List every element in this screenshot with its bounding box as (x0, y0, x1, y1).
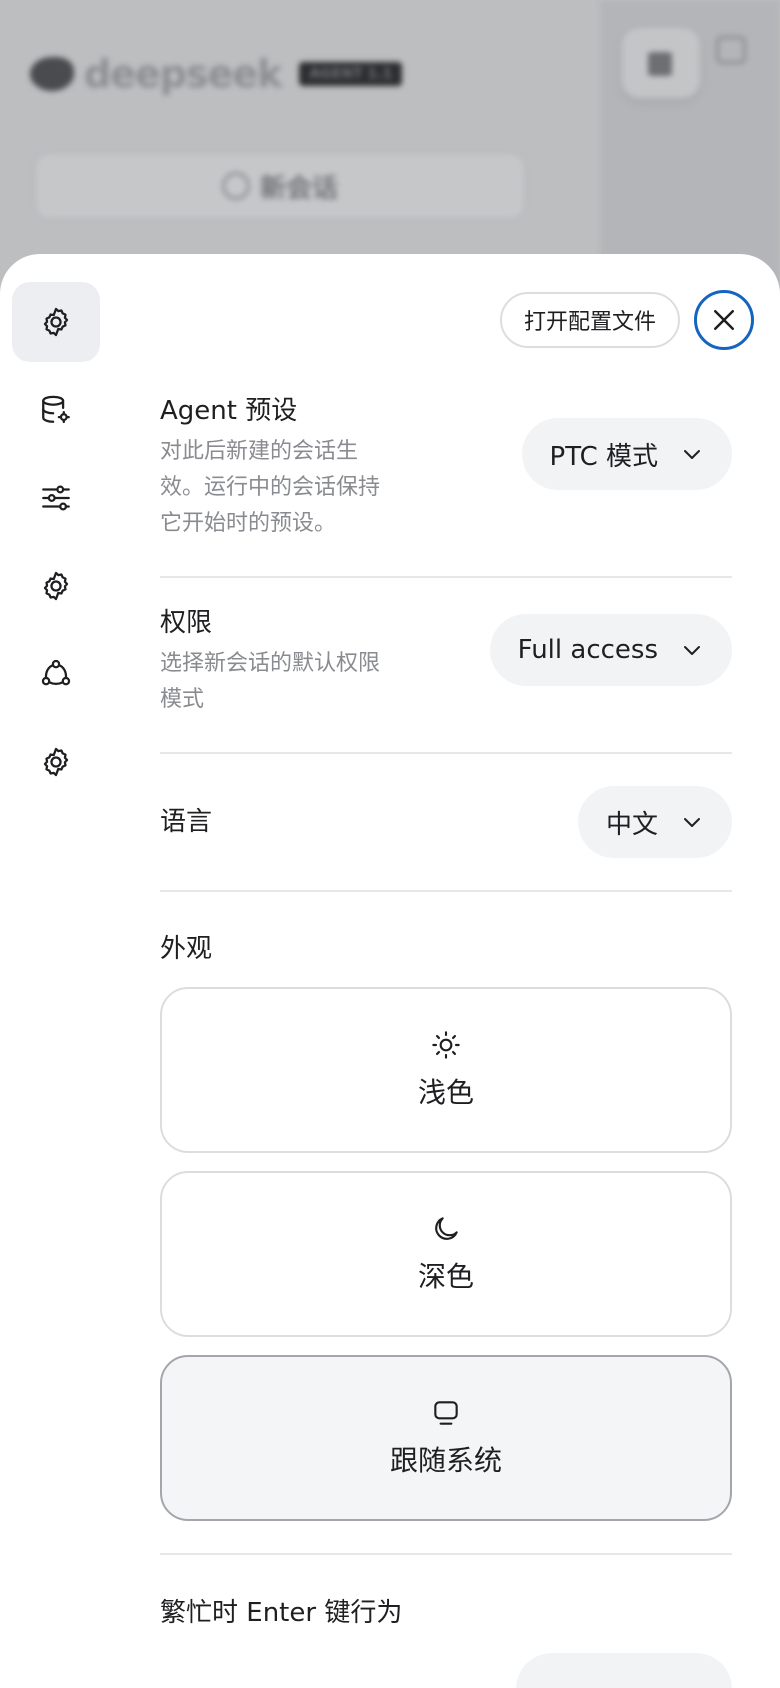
open-config-button[interactable]: 打开配置文件 (499, 292, 680, 348)
version-badge: AGENT 1.1 (299, 62, 403, 86)
sheet-actions: 打开配置文件 (499, 290, 754, 350)
network-icon (41, 659, 71, 686)
language-select[interactable]: 中文 (577, 786, 732, 858)
busy-enter-select[interactable] (516, 1653, 732, 1688)
new-chat-label: 新会话 (259, 173, 338, 204)
moon-icon (435, 1217, 458, 1240)
nav-item-general[interactable] (12, 282, 100, 362)
language-title: 语言 (160, 807, 213, 837)
database-settings-icon (42, 395, 70, 424)
theme-option-label: 深色 (417, 1260, 474, 1293)
settings-nav (12, 282, 100, 810)
setting-appearance: 外观 浅色 深色 跟随系统 (160, 892, 732, 1555)
gear-icon (43, 571, 69, 601)
busy-enter-title: 繁忙时 Enter 键行为 (160, 1598, 403, 1628)
logo-text: deepseek (84, 52, 282, 96)
monitor-icon (434, 1401, 458, 1425)
chevron-down-icon (684, 646, 700, 655)
agent-preset-select[interactable]: PTC 模式 (521, 418, 732, 490)
sliders-icon (42, 485, 70, 511)
close-button[interactable] (694, 290, 754, 350)
panel-toggle-icon (716, 36, 746, 64)
theme-option-label: 跟随系统 (389, 1444, 502, 1477)
agent-preset-description: 对此后新建的会话生效。运行中的会话保持它开始时的预设。 (160, 439, 381, 536)
setting-language: 语言 中文 (160, 754, 732, 892)
setting-permission: 权限 选择新会话的默认权限模式 Full access (160, 578, 732, 754)
setting-busy-enter: 繁忙时 Enter 键行为 (160, 1555, 732, 1688)
settings-content: Agent 预设 对此后新建的会话生效。运行中的会话保持它开始时的预设。 PTC… (160, 394, 732, 1688)
plus-circle-icon (221, 172, 250, 200)
chevron-down-icon (684, 450, 700, 459)
agent-preset-title: Agent 预设 (160, 396, 298, 426)
close-icon (714, 310, 734, 330)
sun-icon (432, 1031, 460, 1059)
permission-select[interactable]: Full access (489, 614, 732, 686)
permission-title: 权限 (160, 608, 213, 638)
theme-option-system[interactable]: 跟随系统 (160, 1355, 732, 1521)
app-logo: deepseek AGENT 1.1 (30, 52, 403, 96)
theme-option-label: 浅色 (417, 1076, 474, 1109)
stop-button (622, 28, 700, 98)
nav-item-advanced[interactable] (12, 546, 100, 626)
nav-item-integrations[interactable] (12, 634, 100, 714)
nav-item-other[interactable] (12, 722, 100, 802)
whale-logo-icon (30, 57, 74, 91)
agent-preset-value: PTC 模式 (549, 441, 658, 472)
theme-option-dark[interactable]: 深色 (160, 1171, 732, 1337)
appearance-title: 外观 (160, 934, 213, 964)
permission-description: 选择新会话的默认权限模式 (160, 651, 381, 712)
gear-icon (43, 747, 69, 777)
new-chat-button: 新会话 (34, 152, 526, 220)
nav-item-data[interactable] (12, 370, 100, 450)
setting-agent-preset: Agent 预设 对此后新建的会话生效。运行中的会话保持它开始时的预设。 PTC… (160, 394, 732, 578)
language-value: 中文 (605, 809, 658, 840)
gear-icon (43, 307, 69, 337)
permission-value: Full access (517, 635, 658, 665)
theme-option-light[interactable]: 浅色 (160, 987, 732, 1153)
nav-item-preferences[interactable] (12, 458, 100, 538)
settings-sheet: 打开配置文件 Agent 预设 对此后新建的会话生效。运行中的会话保持它开始时的… (0, 254, 780, 1688)
chevron-down-icon (684, 818, 700, 827)
